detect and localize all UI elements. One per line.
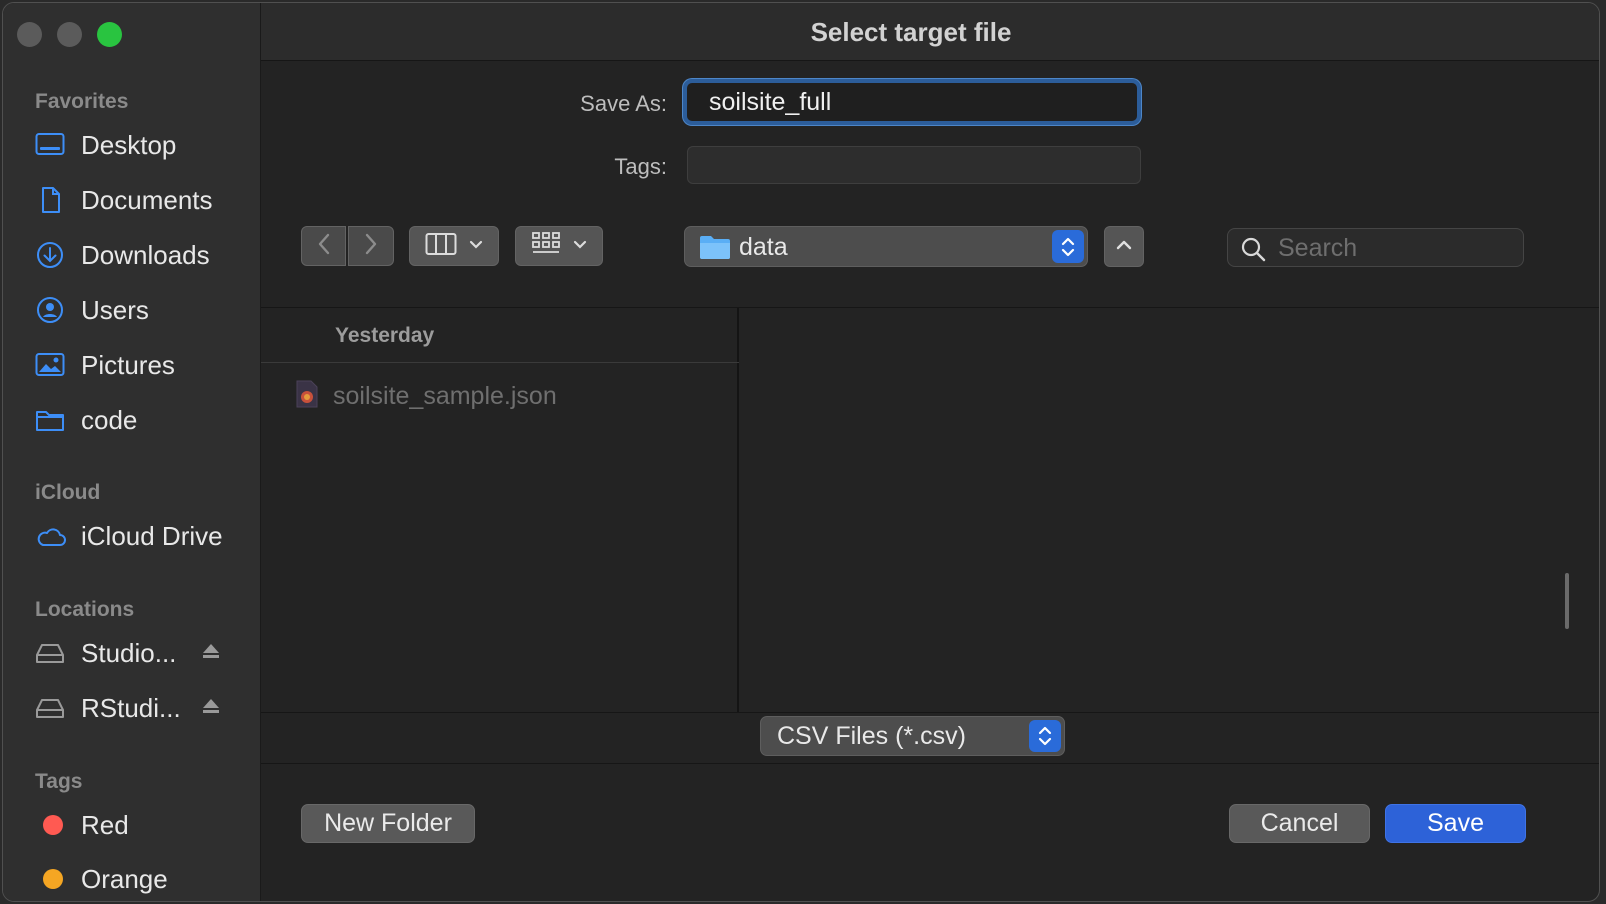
drive-icon: [35, 693, 69, 723]
sidebar-item-label: iCloud Drive: [81, 520, 223, 551]
location-popup[interactable]: data: [684, 226, 1088, 267]
column-view-button[interactable]: [409, 226, 499, 266]
sidebar-item-documents[interactable]: Documents: [35, 180, 261, 220]
file-column[interactable]: Yesterday soilsite_sample.json: [261, 308, 739, 712]
title-bar: Select target file: [261, 3, 1599, 61]
chevron-down-icon: [469, 237, 483, 255]
sidebar: Favorites Desktop Documents Downloads Us…: [3, 3, 261, 901]
dialog-title: Select target file: [810, 17, 1012, 47]
close-window-button[interactable]: [17, 22, 42, 47]
cloud-icon: [35, 521, 69, 551]
save-as-label: Save As:: [580, 91, 667, 116]
sidebar-item-studio-volume[interactable]: Studio...: [35, 633, 261, 673]
download-icon: [35, 240, 69, 270]
eject-icon[interactable]: [201, 696, 221, 721]
user-icon: [35, 295, 69, 325]
search-input[interactable]: [1278, 232, 1513, 264]
file-row[interactable]: soilsite_sample.json: [295, 378, 715, 414]
forward-button[interactable]: [348, 226, 394, 266]
expand-collapse-button[interactable]: [1104, 226, 1144, 267]
file-format-popup[interactable]: CSV Files (*.csv): [760, 716, 1065, 756]
sidebar-item-label: Downloads: [81, 239, 210, 270]
columns-icon: [425, 232, 457, 261]
document-icon: [35, 185, 69, 215]
sidebar-heading-icloud: iCloud: [35, 481, 101, 504]
drive-icon: [35, 638, 69, 668]
tag-color-dot: [43, 815, 63, 835]
tags-field[interactable]: [687, 146, 1141, 184]
sidebar-item-label: Orange: [81, 863, 168, 894]
sidebar-heading-locations: Locations: [35, 598, 135, 621]
eject-icon[interactable]: [201, 641, 221, 666]
search-icon: [1240, 236, 1266, 267]
popup-stepper-icon: [1052, 230, 1084, 263]
file-name: soilsite_sample.json: [333, 381, 557, 410]
scrollbar[interactable]: [1565, 573, 1569, 629]
sidebar-heading-tags: Tags: [35, 770, 83, 793]
sidebar-item-label: Documents: [81, 184, 213, 215]
sidebar-item-pictures[interactable]: Pictures: [35, 345, 261, 385]
tags-label: Tags:: [614, 154, 667, 179]
divider: [261, 362, 739, 363]
sidebar-item-code[interactable]: code: [35, 400, 261, 440]
sidebar-item-icloud-drive[interactable]: iCloud Drive: [35, 516, 261, 556]
folder-icon: [699, 233, 731, 266]
search-field[interactable]: [1227, 228, 1524, 267]
new-folder-button[interactable]: New Folder: [301, 804, 475, 843]
sidebar-item-users[interactable]: Users: [35, 290, 261, 330]
sidebar-item-desktop[interactable]: Desktop: [35, 125, 261, 165]
grid-icon: [531, 231, 561, 262]
json-file-icon: [295, 379, 319, 414]
sidebar-item-label: Studio...: [81, 637, 177, 668]
sidebar-item-label: Desktop: [81, 129, 177, 160]
sidebar-item-label: Red: [81, 809, 129, 840]
sidebar-heading-favorites: Favorites: [35, 90, 129, 113]
picture-icon: [35, 350, 69, 380]
tag-color-dot: [43, 869, 63, 889]
desktop-icon: [35, 130, 69, 160]
zoom-window-button[interactable]: [97, 22, 122, 47]
save-as-input[interactable]: [683, 79, 1141, 125]
chevron-down-icon: [573, 237, 587, 255]
folder-icon: [35, 405, 69, 435]
sidebar-item-label: RStudi...: [81, 692, 181, 723]
save-dialog: Favorites Desktop Documents Downloads Us…: [2, 2, 1600, 902]
group-header: Yesterday: [335, 324, 435, 347]
sidebar-item-rstudio-volume[interactable]: RStudi...: [35, 688, 261, 728]
sidebar-item-tag-red[interactable]: Red: [35, 805, 261, 845]
sidebar-item-label: Pictures: [81, 349, 175, 380]
sidebar-item-label: Users: [81, 294, 149, 325]
back-button[interactable]: [301, 226, 346, 266]
current-folder-label: data: [739, 233, 788, 261]
chevron-left-icon: [316, 232, 332, 261]
save-button[interactable]: Save: [1385, 804, 1526, 843]
divider: [261, 763, 1599, 764]
sidebar-item-label: code: [81, 404, 138, 435]
minimize-window-button[interactable]: [57, 22, 82, 47]
popup-stepper-icon: [1029, 720, 1061, 752]
file-format-label: CSV Files (*.csv): [777, 722, 966, 750]
group-view-button[interactable]: [515, 226, 603, 266]
sidebar-item-downloads[interactable]: Downloads: [35, 235, 261, 275]
divider: [261, 712, 1599, 713]
sidebar-item-tag-orange[interactable]: Orange: [35, 859, 261, 899]
chevron-up-icon: [1116, 238, 1132, 256]
cancel-button[interactable]: Cancel: [1229, 804, 1370, 843]
chevron-right-icon: [363, 232, 379, 261]
